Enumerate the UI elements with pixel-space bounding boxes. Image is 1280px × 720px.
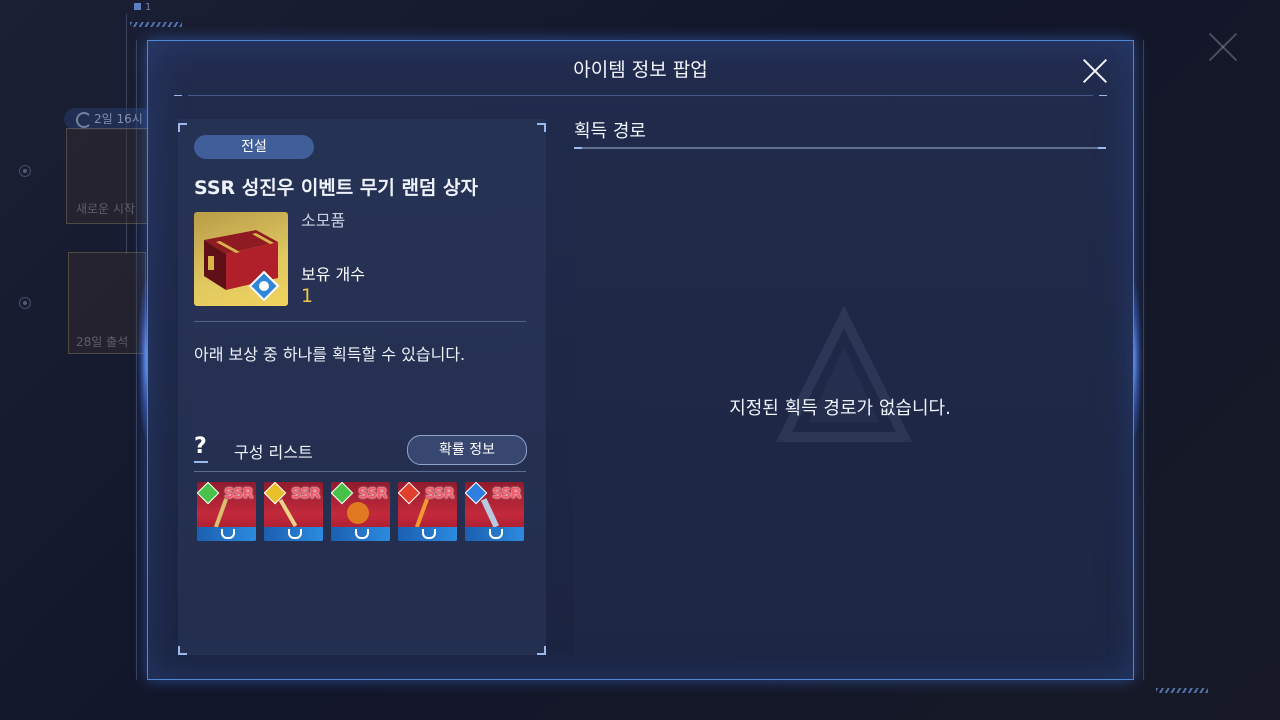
corner-decoration <box>537 646 546 655</box>
background-timer-badge: 2일 16시 <box>64 108 153 130</box>
corner-decoration <box>537 123 546 132</box>
acquisition-panel: 지정된 획득 경로가 없습니다. <box>574 157 1106 655</box>
acquisition-heading: 획득 경로 <box>574 121 646 142</box>
acquisition-divider <box>574 147 1106 149</box>
hatch-decoration-bottom <box>1156 688 1208 693</box>
hud-line-right <box>1143 40 1144 680</box>
rarity-label: SSR <box>224 486 253 502</box>
item-detail-panel: 전설 SSR 성진우 이벤트 무기 랜덤 상자 소모품 보유 개수 1 아래 보… <box>178 119 546 655</box>
hunter-emblem-icon <box>197 527 256 541</box>
corner-decoration <box>178 123 187 132</box>
rarity-label: SSR <box>291 486 320 502</box>
reward-item-5[interactable]: SSR <box>465 482 524 541</box>
weapon-icon <box>414 498 430 528</box>
item-description: 아래 보상 중 하나를 획득할 수 있습니다. <box>194 345 466 364</box>
divider <box>194 321 526 322</box>
background-card-2-text: 28일 출석 <box>76 335 129 349</box>
item-box-icon <box>194 212 288 306</box>
moon-icon <box>76 112 92 128</box>
owned-count-value: 1 <box>301 285 314 307</box>
background-logo-decoration <box>775 307 913 442</box>
hud-dot-1 <box>19 165 31 177</box>
title-divider <box>174 95 1107 96</box>
reward-item-3[interactable]: SSR <box>331 482 390 541</box>
rarity-label: SSR <box>492 486 521 502</box>
popup-title: 아이템 정보 팝업 <box>573 59 708 81</box>
composition-list-label: 구성 리스트 <box>234 443 313 462</box>
item-name: SSR 성진우 이벤트 무기 랜덤 상자 <box>194 177 478 199</box>
divider <box>194 471 526 472</box>
hunter-emblem-icon <box>264 527 323 541</box>
rarity-label: SSR <box>358 486 387 502</box>
page-indicator: 1 <box>134 2 151 13</box>
corner-decoration <box>178 646 187 655</box>
hatch-decoration-top <box>130 22 182 27</box>
probability-info-button[interactable]: 확률 정보 <box>407 435 527 465</box>
help-icon[interactable]: ? <box>194 435 214 463</box>
hunter-emblem-icon <box>331 527 390 541</box>
hunter-emblem-icon <box>465 527 524 541</box>
reward-item-1[interactable]: SSR <box>197 482 256 541</box>
hunter-emblem-icon <box>398 527 457 541</box>
close-icon[interactable] <box>1082 58 1108 84</box>
item-info-popup: 아이템 정보 팝업 전설 SSR 성진우 이벤트 무기 랜덤 상자 소모품 보유… <box>147 40 1134 680</box>
element-icon <box>197 482 220 505</box>
reward-list: SSR SSR SSR SSR SSR <box>197 482 524 541</box>
element-icon <box>398 482 421 505</box>
element-icon <box>331 482 354 505</box>
background-card-1-text: 새로운 시작 <box>76 202 136 216</box>
owned-count-label: 보유 개수 <box>301 265 365 284</box>
weapon-icon <box>480 498 500 528</box>
rarity-label: SSR <box>425 486 454 502</box>
item-category: 소모품 <box>301 211 346 230</box>
weapon-icon <box>278 499 298 527</box>
reward-item-2[interactable]: SSR <box>264 482 323 541</box>
weapon-icon <box>213 498 229 528</box>
weapon-icon <box>347 502 369 524</box>
empty-acquisition-message: 지정된 획득 경로가 없습니다. <box>729 398 951 419</box>
background-close-icon <box>1206 30 1240 64</box>
reward-item-4[interactable]: SSR <box>398 482 457 541</box>
grade-badge: 전설 <box>194 135 314 159</box>
hud-dot-2 <box>19 297 31 309</box>
